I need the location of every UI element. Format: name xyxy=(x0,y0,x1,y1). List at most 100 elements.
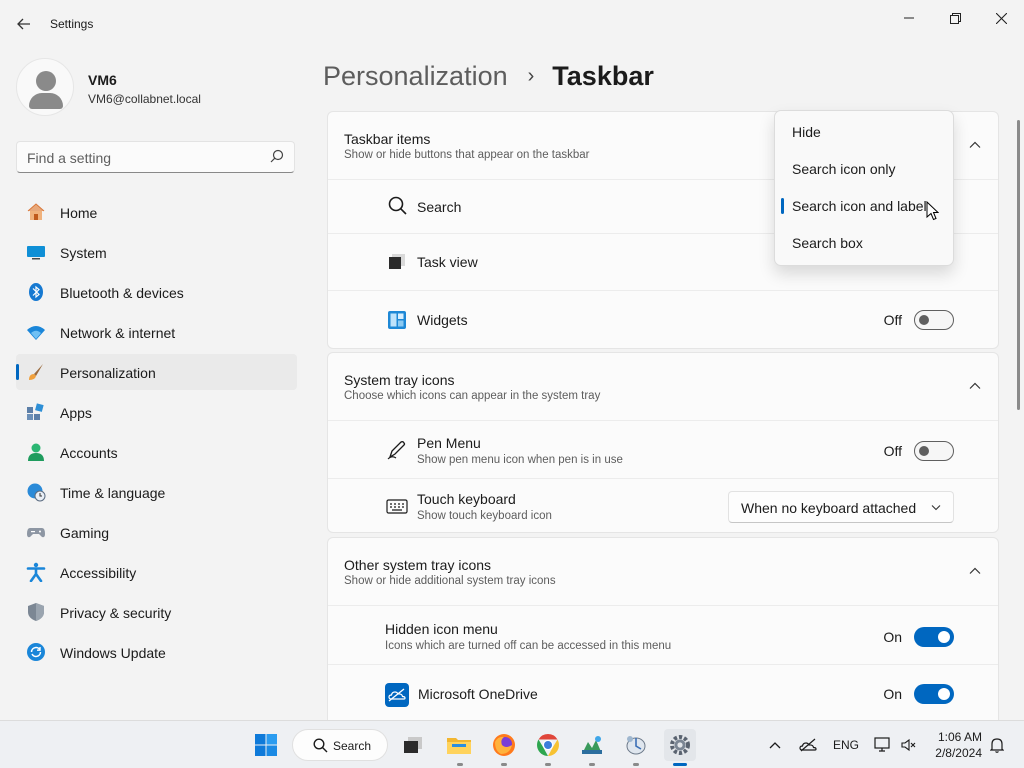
file-explorer-icon xyxy=(447,738,471,754)
chrome-button[interactable] xyxy=(532,729,564,761)
app-title: Settings xyxy=(50,17,94,31)
app-icon xyxy=(626,736,646,755)
chevron-right-icon: › xyxy=(527,64,535,87)
profile-name: VM6 xyxy=(88,72,117,88)
language-indicator[interactable]: ENG xyxy=(833,738,859,752)
taskbar-search-button[interactable]: Search xyxy=(292,729,388,761)
chevron-up-icon[interactable] xyxy=(968,138,982,152)
card-title: Taskbar items xyxy=(344,131,431,147)
scrollbar[interactable] xyxy=(1017,120,1020,410)
sidebar-item-label: Network & internet xyxy=(60,325,176,341)
sidebar-item-apps[interactable]: Apps xyxy=(16,394,297,430)
card-subtitle: Choose which icons can appear in the sys… xyxy=(344,390,601,402)
onedrive-icon xyxy=(385,683,409,707)
avatar xyxy=(16,58,74,116)
mouse-cursor-icon xyxy=(926,201,939,221)
sidebar-item-network[interactable]: Network & internet xyxy=(16,314,297,350)
sidebar-item-windows-update[interactable]: Windows Update xyxy=(16,634,297,670)
network-icon xyxy=(874,737,890,752)
notifications-button[interactable] xyxy=(986,729,1008,761)
option-label: Search icon only xyxy=(792,161,896,177)
widgets-row: Widgets Off xyxy=(328,291,998,349)
chrome-icon xyxy=(537,734,559,756)
pen-menu-state: Off xyxy=(883,443,902,459)
user-profile[interactable]: VM6 VM6@collabnet.local xyxy=(16,58,296,118)
search-option-hide[interactable]: Hide xyxy=(779,115,949,149)
other-tray-header[interactable]: Other system tray icons Show or hide add… xyxy=(328,538,998,606)
profile-email: VM6@collabnet.local xyxy=(88,92,201,106)
hidden-icon-menu-label: Hidden icon menu xyxy=(385,621,498,637)
card-subtitle: Show or hide additional system tray icon… xyxy=(344,575,556,587)
network-tray-button[interactable] xyxy=(868,729,898,761)
onedrive-icon xyxy=(799,738,817,752)
card-title: Other system tray icons xyxy=(344,557,492,573)
chevron-up-icon[interactable] xyxy=(968,379,982,393)
onedrive-label: Microsoft OneDrive xyxy=(418,686,538,702)
firefox-icon xyxy=(493,734,515,756)
pen-menu-row: Pen Menu Show pen menu icon when pen is … xyxy=(328,421,998,479)
start-button[interactable] xyxy=(250,729,282,761)
page-title: Taskbar xyxy=(552,60,654,91)
show-hidden-icons-button[interactable] xyxy=(760,729,790,761)
sidebar-item-label: Home xyxy=(60,205,98,221)
hidden-icon-menu-desc: Icons which are turned off can be access… xyxy=(385,640,672,652)
close-button[interactable] xyxy=(981,6,1021,30)
sidebar-item-label: Bluetooth & devices xyxy=(60,285,184,301)
sidebar-item-gaming[interactable]: Gaming xyxy=(16,514,297,550)
shield-icon xyxy=(28,603,44,621)
settings-taskbar-button[interactable] xyxy=(664,729,696,761)
sidebar-item-home[interactable]: Home xyxy=(16,194,297,230)
touch-keyboard-desc: Show touch keyboard icon xyxy=(417,510,552,522)
sidebar-item-personalization[interactable]: Personalization xyxy=(16,354,297,390)
system-tray-header[interactable]: System tray icons Choose which icons can… xyxy=(328,353,998,421)
clock-date[interactable]: 2/8/2024 xyxy=(932,746,982,760)
breadcrumb-parent[interactable]: Personalization xyxy=(323,61,508,92)
search-option-icon-only[interactable]: Search icon only xyxy=(779,152,949,186)
file-explorer-button[interactable] xyxy=(443,729,475,761)
sidebar-item-privacy-security[interactable]: Privacy & security xyxy=(16,594,297,630)
volume-tray-button[interactable] xyxy=(895,729,923,761)
search-icon xyxy=(270,149,284,163)
onedrive-tray-button[interactable] xyxy=(793,729,823,761)
sidebar-item-bluetooth[interactable]: Bluetooth & devices xyxy=(16,274,297,310)
hidden-icon-menu-row: Hidden icon menu Icons which are turned … xyxy=(328,606,998,665)
app-icon xyxy=(582,736,602,754)
sidebar-item-system[interactable]: System xyxy=(16,234,297,270)
search-input[interactable] xyxy=(27,149,257,167)
chevron-up-icon xyxy=(769,742,781,749)
card-subtitle: Show or hide buttons that appear on the … xyxy=(344,149,590,161)
app-button-1[interactable] xyxy=(576,729,608,761)
sidebar-item-label: Accessibility xyxy=(60,565,137,581)
maximize-button[interactable] xyxy=(935,6,975,30)
firefox-button[interactable] xyxy=(488,729,520,761)
touch-keyboard-row: Touch keyboard Show touch keyboard icon … xyxy=(328,479,998,533)
breadcrumb: Personalization › Taskbar xyxy=(323,58,654,94)
hidden-icon-menu-toggle[interactable] xyxy=(914,627,954,647)
onedrive-toggle[interactable] xyxy=(914,684,954,704)
search-option-icon-and-label[interactable]: Search icon and label xyxy=(779,189,949,223)
touch-keyboard-dropdown[interactable]: When no keyboard attached xyxy=(728,491,954,523)
settings-icon xyxy=(670,735,690,755)
controller-icon xyxy=(27,528,45,538)
back-button[interactable] xyxy=(12,10,36,38)
app-button-2[interactable] xyxy=(620,729,652,761)
brush-icon xyxy=(29,364,43,380)
sidebar-item-accounts[interactable]: Accounts xyxy=(16,434,297,470)
pen-menu-toggle[interactable] xyxy=(914,441,954,461)
option-label: Search icon and label xyxy=(792,198,927,214)
find-setting-box[interactable] xyxy=(16,141,295,173)
apps-icon xyxy=(27,403,44,420)
chevron-up-icon[interactable] xyxy=(968,564,982,578)
clock-time[interactable]: 1:06 AM xyxy=(934,730,982,744)
hidden-icon-menu-state: On xyxy=(883,629,902,645)
minimize-button[interactable] xyxy=(889,6,929,30)
sidebar-item-label: Personalization xyxy=(60,365,156,381)
widgets-toggle[interactable] xyxy=(914,310,954,330)
task-view-button[interactable] xyxy=(397,729,429,761)
sidebar-item-accessibility[interactable]: Accessibility xyxy=(16,554,297,590)
search-option-box[interactable]: Search box xyxy=(779,226,949,260)
touch-keyboard-value: When no keyboard attached xyxy=(741,500,917,516)
touch-keyboard-label: Touch keyboard xyxy=(417,491,516,507)
sidebar-item-time-language[interactable]: Time & language xyxy=(16,474,297,510)
onedrive-state: On xyxy=(883,686,902,702)
